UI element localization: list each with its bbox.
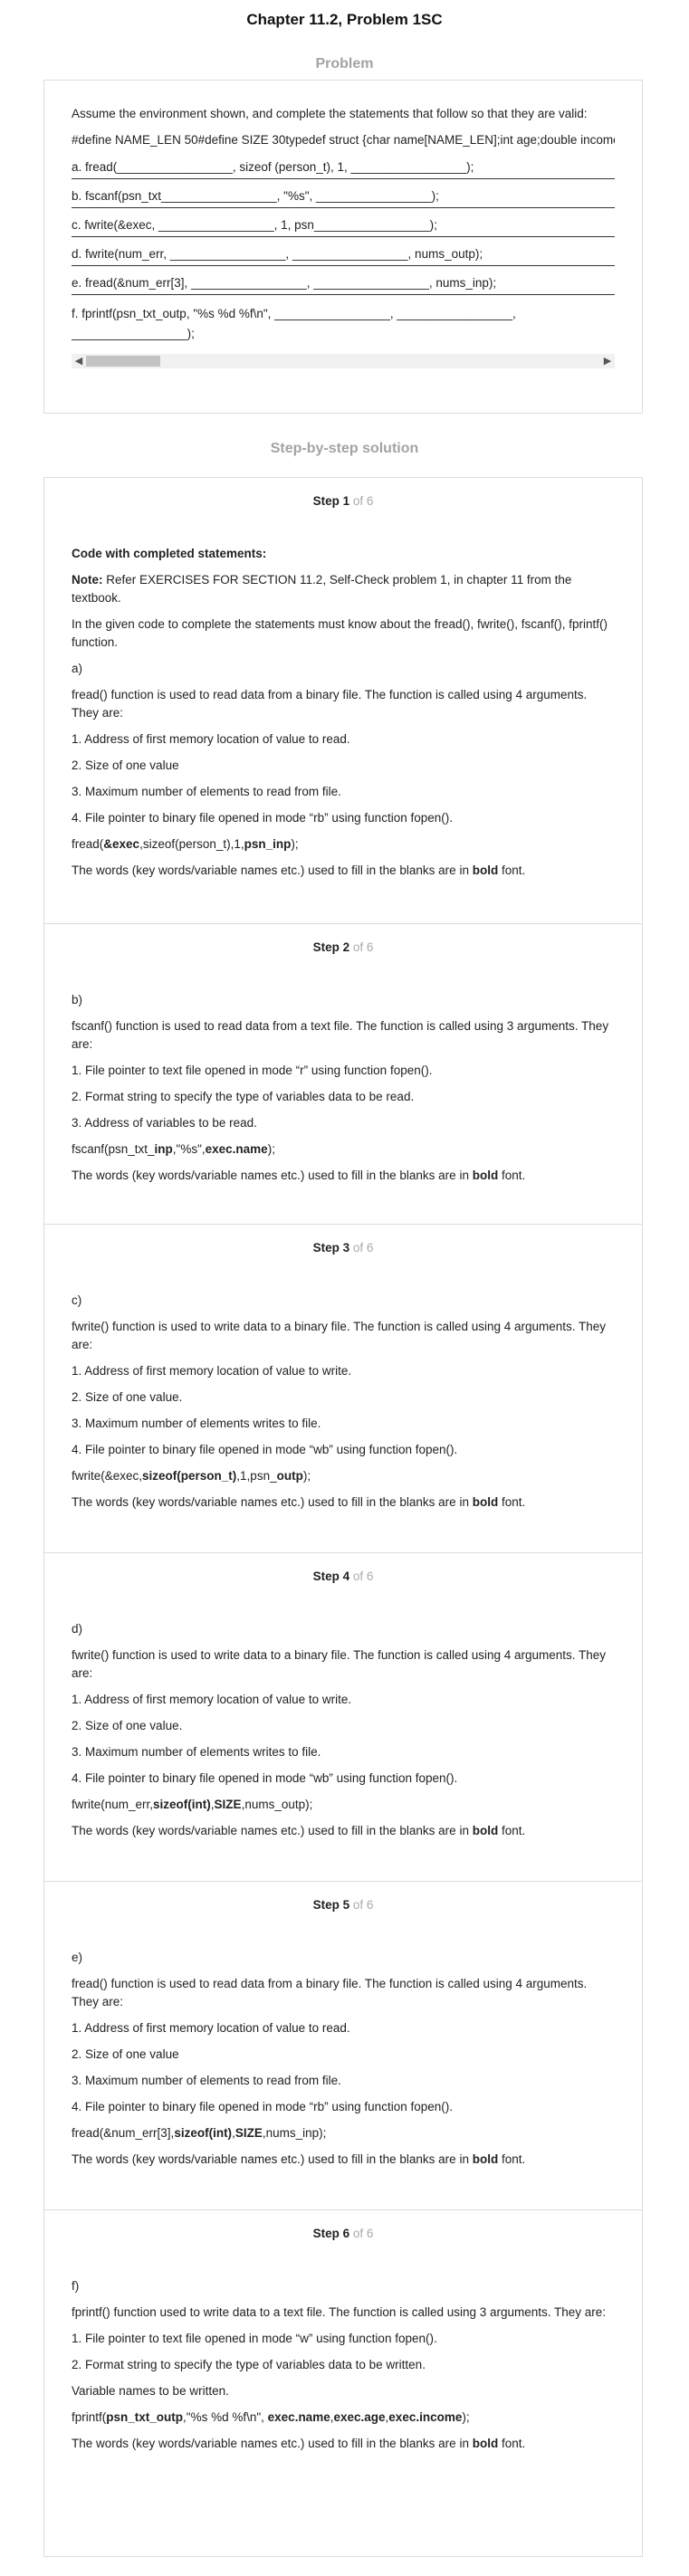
step-description: fwrite() function is used to write data … bbox=[72, 1648, 607, 1680]
step-footer: The words (key words/variable names etc.… bbox=[72, 2437, 526, 2450]
list-item: 4. File pointer to binary file opened in… bbox=[72, 1771, 458, 1785]
step-4: Step 4 of 6 d) fwrite() function is used… bbox=[44, 1553, 642, 1882]
solution-heading: Step-by-step solution bbox=[270, 441, 419, 456]
step-part-label: f) bbox=[72, 2279, 80, 2293]
problem-item-b: b. fscanf(psn_txt_________________, "%s"… bbox=[72, 179, 615, 208]
step-label: Step 2 bbox=[312, 940, 350, 954]
problem-item-f: f. fprintf(psn_txt_outp, "%s %d %f\n", _… bbox=[72, 307, 516, 340]
step-description: fread() function is used to read data fr… bbox=[72, 688, 588, 720]
step-label: Step 4 bbox=[312, 1569, 350, 1583]
step-label: Step 5 bbox=[312, 1898, 350, 1912]
chevron-right-icon[interactable]: ▶ bbox=[600, 354, 615, 368]
list-item: 1. File pointer to text file opened in m… bbox=[72, 2332, 437, 2345]
step-description: fwrite() function is used to write data … bbox=[72, 1320, 607, 1351]
step-footer: The words (key words/variable names etc.… bbox=[72, 863, 526, 877]
list-item: 3. Address of variables to be read. bbox=[72, 1116, 257, 1130]
list-item: 1. File pointer to text file opened in m… bbox=[72, 1064, 433, 1077]
step-count: of 6 bbox=[352, 2227, 374, 2240]
list-item: 3. Maximum number of elements writes to … bbox=[72, 1417, 321, 1430]
problem-item-e: e. fread(&num_err[3], _________________,… bbox=[72, 266, 615, 295]
step-note: Note: Refer EXERCISES FOR SECTION 11.2, … bbox=[72, 573, 572, 605]
step-5: Step 5 of 6 e) fread() function is used … bbox=[44, 1882, 642, 2210]
list-item: 1. Address of first memory location of v… bbox=[72, 2021, 350, 2035]
step-part-label: c) bbox=[72, 1293, 82, 1307]
scrollbar-thumb[interactable] bbox=[86, 356, 160, 367]
step-description: fprintf() function used to write data to… bbox=[72, 2305, 607, 2319]
list-item: 3. Maximum number of elements to read fr… bbox=[72, 2074, 341, 2087]
step-header: Step 2 of 6 bbox=[72, 924, 615, 977]
step-1: Step 1 of 6 Code with completed statemen… bbox=[44, 478, 642, 924]
step-2: Step 2 of 6 b) fscanf() function is used… bbox=[44, 924, 642, 1225]
list-item: 2. Size of one value bbox=[72, 758, 179, 772]
list-item: 4. File pointer to binary file opened in… bbox=[72, 1443, 458, 1456]
problem-code: #define NAME_LEN 50#define SIZE 30typede… bbox=[72, 133, 615, 147]
step-footer: The words (key words/variable names etc.… bbox=[72, 1495, 526, 1509]
step-label: Step 1 bbox=[312, 494, 350, 508]
step-count: of 6 bbox=[352, 1569, 374, 1583]
step-code: fread(&exec,sizeof(person_t),1,psn_inp); bbox=[72, 837, 299, 851]
step-count: of 6 bbox=[352, 1241, 374, 1255]
list-item: 4. File pointer to binary file opened in… bbox=[72, 811, 453, 825]
list-item: 1. Address of first memory location of v… bbox=[72, 1364, 352, 1378]
step-label: Step 3 bbox=[312, 1241, 350, 1255]
list-item: 1. Address of first memory location of v… bbox=[72, 1693, 352, 1706]
step-footer: The words (key words/variable names etc.… bbox=[72, 1824, 526, 1837]
problem-heading: Problem bbox=[315, 56, 374, 72]
step-part-label: d) bbox=[72, 1622, 83, 1636]
problem-intro: Assume the environment shown, and comple… bbox=[72, 107, 588, 120]
page-title: Chapter 11.2, Problem 1SC bbox=[246, 11, 443, 28]
step-header: Step 5 of 6 bbox=[72, 1882, 615, 1934]
step-count: of 6 bbox=[352, 940, 374, 954]
step-code: fwrite(num_err,sizeof(int),SIZE,nums_out… bbox=[72, 1798, 313, 1811]
step-heading: Code with completed statements: bbox=[72, 547, 267, 560]
horizontal-scrollbar[interactable]: ◀ ▶ bbox=[72, 354, 615, 368]
step-footer: The words (key words/variable names etc.… bbox=[72, 2152, 526, 2166]
step-code: fscanf(psn_txt_inp,"%s",exec.name); bbox=[72, 1142, 275, 1156]
list-item: 1. Address of first memory location of v… bbox=[72, 732, 350, 746]
step-code: fprintf(psn_txt_outp,"%s %d %f\n", exec.… bbox=[72, 2410, 470, 2424]
step-code: fwrite(&exec,sizeof(person_t),1,psn_outp… bbox=[72, 1469, 311, 1483]
step-description: fread() function is used to read data fr… bbox=[72, 1977, 588, 2008]
step-intro: In the given code to complete the statem… bbox=[72, 617, 608, 649]
list-item: 3. Maximum number of elements to read fr… bbox=[72, 785, 341, 798]
page: Chapter 11.2, Problem 1SC Problem Assume… bbox=[0, 0, 689, 2557]
step-header: Step 6 of 6 bbox=[72, 2210, 615, 2263]
step-6: Step 6 of 6 f) fprintf() function used t… bbox=[44, 2210, 642, 2556]
list-item: 2. Format string to specify the type of … bbox=[72, 2358, 426, 2371]
chevron-left-icon[interactable]: ◀ bbox=[72, 354, 86, 368]
step-code: fread(&num_err[3],sizeof(int),SIZE,nums_… bbox=[72, 2126, 327, 2140]
problem-item-a: a. fread(_________________, sizeof (pers… bbox=[72, 148, 615, 179]
step-count: of 6 bbox=[352, 1898, 374, 1912]
list-item: 3. Maximum number of elements writes to … bbox=[72, 1745, 321, 1759]
problem-item-c: c. fwrite(&exec, _________________, 1, p… bbox=[72, 208, 615, 237]
solution-box: Step 1 of 6 Code with completed statemen… bbox=[43, 477, 643, 2557]
step-footer: The words (key words/variable names etc.… bbox=[72, 1169, 526, 1182]
step-part-label: a) bbox=[72, 662, 83, 675]
step-3: Step 3 of 6 c) fwrite() function is used… bbox=[44, 1225, 642, 1553]
list-item: 4. File pointer to binary file opened in… bbox=[72, 2100, 453, 2113]
list-item: 2. Size of one value. bbox=[72, 1719, 183, 1732]
step-part-label: b) bbox=[72, 993, 83, 1007]
list-item: 2. Size of one value bbox=[72, 2047, 179, 2061]
step-part-label: e) bbox=[72, 1951, 83, 1964]
problem-item-d: d. fwrite(num_err, _________________, __… bbox=[72, 237, 615, 266]
step-header: Step 4 of 6 bbox=[72, 1553, 615, 1606]
step-description: fscanf() function is used to read data f… bbox=[72, 1019, 609, 1051]
step-header: Step 1 of 6 bbox=[72, 478, 615, 530]
step-count: of 6 bbox=[352, 494, 374, 508]
step-label: Step 6 bbox=[312, 2227, 350, 2240]
step-header: Step 3 of 6 bbox=[72, 1225, 615, 1277]
list-item: 2. Size of one value. bbox=[72, 1390, 183, 1404]
problem-box: Assume the environment shown, and comple… bbox=[43, 80, 643, 414]
list-item: Variable names to be written. bbox=[72, 2384, 229, 2398]
list-item: 2. Format string to specify the type of … bbox=[72, 1090, 415, 1103]
